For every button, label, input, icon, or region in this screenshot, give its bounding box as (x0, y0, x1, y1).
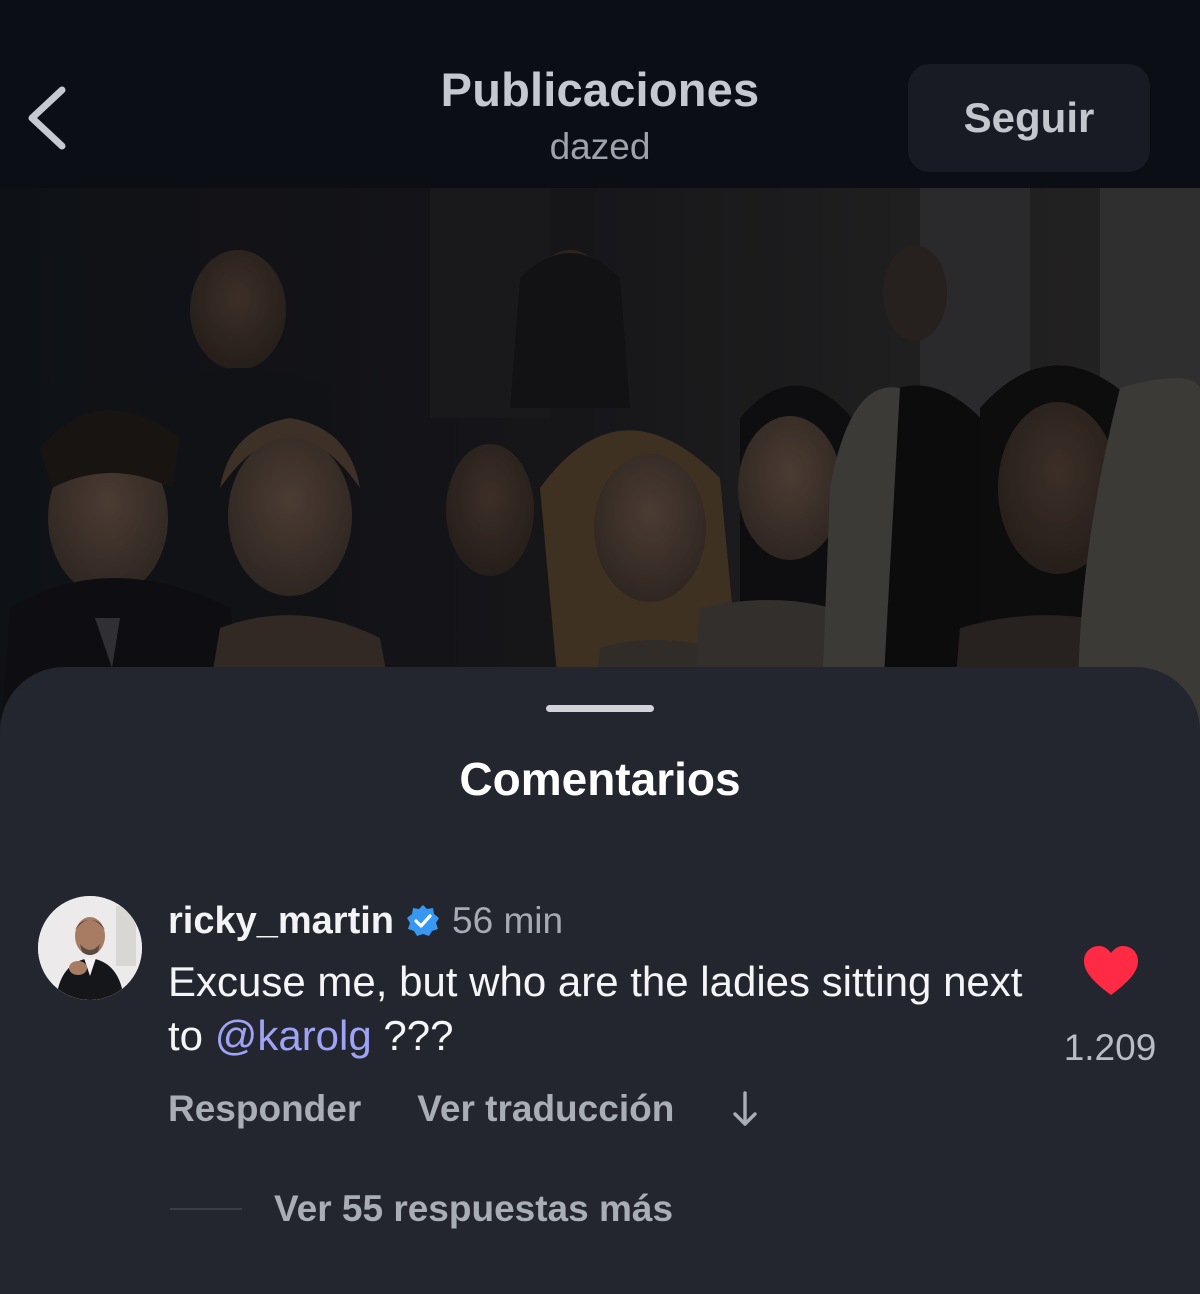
post-screen: Publicaciones dazed Seguir Comentarios r… (0, 0, 1200, 1294)
reply-button[interactable]: Responder (168, 1088, 361, 1130)
comment-username[interactable]: ricky_martin (168, 900, 394, 943)
photo-icon (0, 188, 1200, 748)
comments-sheet: Comentarios ricky_martin 56 min Excuse m… (0, 667, 1200, 1294)
chevron-left-icon (28, 86, 66, 150)
comment-time: 56 min (452, 900, 564, 941)
view-replies-label: Ver 55 respuestas más (274, 1188, 674, 1229)
header-title-block: Publicaciones dazed (300, 60, 900, 172)
back-button[interactable] (22, 78, 78, 158)
top-bar: Publicaciones dazed Seguir (0, 0, 1200, 188)
page-title: Publicaciones (440, 63, 760, 116)
post-image[interactable] (0, 188, 1200, 748)
view-replies-button[interactable]: Ver 55 respuestas más (170, 1183, 673, 1235)
profile-photo-icon (38, 896, 142, 1000)
comment-text: Excuse me, but who are the ladies sittin… (168, 955, 1048, 1063)
comments-title: Comentarios (459, 753, 741, 805)
account-name: dazed (549, 126, 651, 167)
translate-button[interactable]: Ver traducción (417, 1088, 674, 1130)
arrow-down-icon[interactable] (730, 1089, 760, 1129)
comment-text-part: ??? (371, 1012, 454, 1059)
avatar[interactable] (38, 896, 142, 1000)
like-count: 1.209 (1063, 1027, 1157, 1068)
mention-link[interactable]: @karolg (215, 1012, 372, 1059)
sheet-grabber[interactable] (546, 705, 654, 712)
verified-badge-icon (407, 905, 440, 936)
heart-icon[interactable] (1082, 945, 1140, 997)
replies-divider (170, 1208, 242, 1210)
comment-actions: Responder Ver traducción (168, 1081, 760, 1137)
follow-button[interactable]: Seguir (908, 64, 1150, 172)
comment-header: ricky_martin 56 min (168, 893, 563, 949)
